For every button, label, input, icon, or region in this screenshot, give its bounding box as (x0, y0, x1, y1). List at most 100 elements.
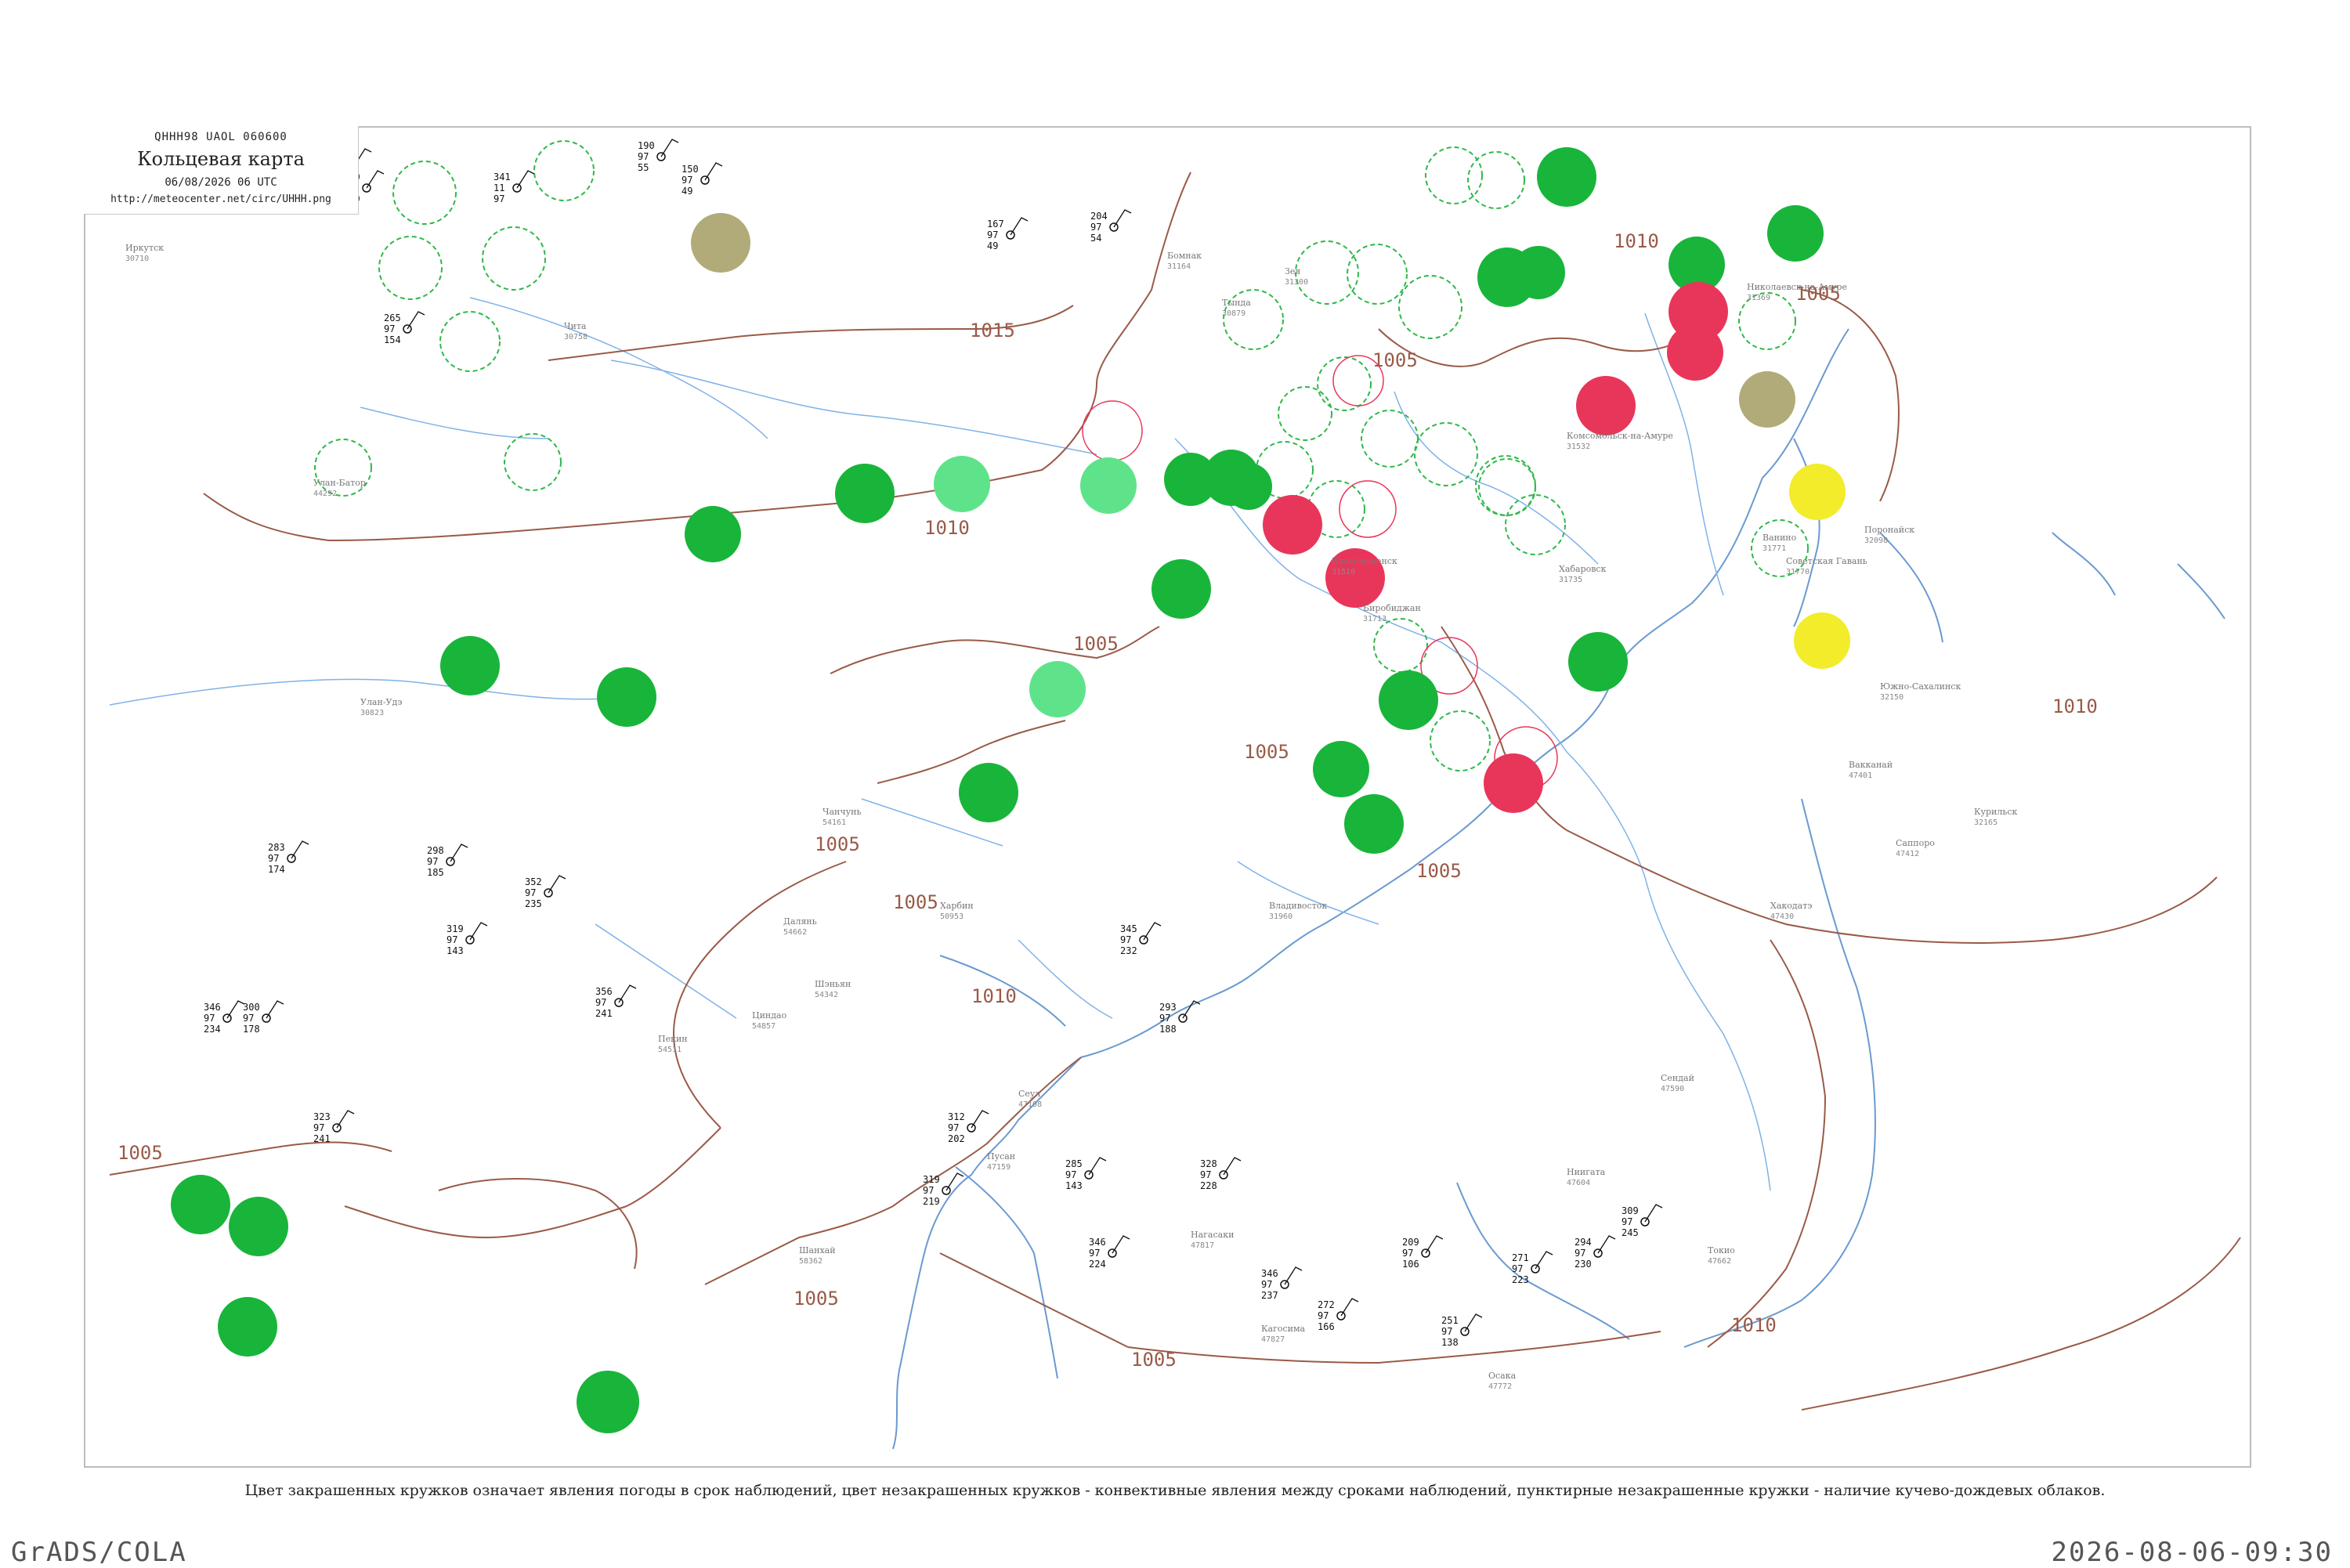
thunderstorm-circle (1263, 495, 1322, 555)
isobar-label: 1005 (1244, 741, 1289, 763)
station-id: 31960 (1269, 912, 1292, 921)
station-value: 319 (923, 1174, 940, 1185)
station-plot: 28397174 (268, 840, 309, 875)
station-name: Благовещенск (1332, 556, 1397, 566)
station-plot: 35697241 (595, 985, 637, 1019)
rain-circle (229, 1197, 288, 1256)
station-name: Бомнак (1167, 251, 1202, 261)
station-value: 224 (1089, 1259, 1106, 1270)
station-value: 54 (1090, 233, 1101, 244)
station-value: 106 (1402, 1259, 1419, 1270)
station-plot: 27297166 (1318, 1298, 1359, 1332)
station-name: Владивосток (1269, 901, 1327, 911)
station-id: 47401 (1849, 771, 1872, 780)
station-plot: 29397188 (1159, 1000, 1201, 1035)
station-value: 97 (1120, 934, 1131, 945)
isobar-label: 1005 (815, 833, 860, 855)
station-value: 188 (1159, 1024, 1177, 1035)
station-id: 47772 (1488, 1382, 1512, 1391)
rain-circle (1379, 670, 1438, 730)
station-value: 346 (1089, 1237, 1106, 1248)
station-name: Комсомольск-на-Амуре (1567, 431, 1673, 441)
station-id: 54511 (658, 1046, 682, 1054)
light-rain-circle (1080, 457, 1137, 514)
isobar-label: 1015 (970, 320, 1015, 341)
station-value: 245 (1622, 1227, 1639, 1238)
rain-circle (440, 636, 500, 695)
station-name: Курильск (1974, 807, 2017, 817)
station-plot: 32397241 (313, 1110, 355, 1144)
station-value: 154 (384, 334, 401, 345)
station-value: 190 (638, 140, 655, 151)
station-value: 97 (1159, 1013, 1170, 1024)
isobar-label: 1005 (794, 1288, 839, 1310)
station-name: Тында (1222, 298, 1251, 308)
station-id: 44292 (313, 490, 337, 498)
map-caption: Цвет закрашенных кружков означает явлени… (244, 1482, 2106, 1499)
map-time: 06/08/2026 06 UTC (164, 176, 277, 189)
station-value: 143 (446, 945, 464, 956)
station-value: 285 (1065, 1158, 1083, 1169)
station-value: 97 (1065, 1169, 1076, 1180)
isobar-label: 1005 (118, 1142, 163, 1164)
rain-circle (1512, 246, 1565, 299)
cb-ring (1278, 386, 1332, 441)
station-id: 47430 (1770, 912, 1794, 921)
isobar-label: 1005 (1131, 1349, 1177, 1371)
rain-circle (1152, 559, 1211, 619)
cb-ring (504, 433, 562, 491)
station-value: 309 (1622, 1205, 1639, 1216)
station-plot: 34697234 (204, 1000, 245, 1035)
station-name: Кагосима (1261, 1324, 1306, 1334)
station-value: 97 (1200, 1169, 1211, 1180)
rain-circle (1568, 632, 1628, 692)
station-plot: 34597232 (1120, 922, 1162, 956)
station-plot: 2049754 (1090, 209, 1132, 244)
station-value: 234 (204, 1024, 221, 1035)
station-name: Ванино (1762, 533, 1797, 543)
station-id: 54342 (815, 991, 838, 999)
thunderstorm-circle (1576, 376, 1636, 435)
isobar-label: 1010 (1731, 1314, 1777, 1336)
isobar-label: 1010 (924, 517, 970, 539)
rain-circle (1313, 741, 1369, 797)
station-plot: 1909755 (638, 139, 679, 173)
station-name: Пекин (658, 1034, 688, 1044)
station-id: 31369 (1747, 294, 1770, 302)
rain-circle (171, 1175, 230, 1234)
station-value: 293 (1159, 1002, 1177, 1013)
station-value: 300 (243, 1002, 260, 1013)
cb-ring (482, 226, 546, 291)
isobar-label: 1005 (1372, 349, 1418, 371)
station-id: 31771 (1762, 544, 1786, 553)
station-value: 97 (204, 1013, 215, 1024)
station-value: 97 (987, 229, 998, 240)
station-value: 272 (1318, 1299, 1335, 1310)
map-title: Кольцевая карта (137, 148, 305, 170)
station-name: Николаевск-на-Амуре (1747, 282, 1847, 292)
station-value: 232 (1120, 945, 1137, 956)
station-value: 97 (384, 323, 395, 334)
station-plot: 28597143 (1065, 1157, 1107, 1191)
station-id: 30879 (1222, 309, 1246, 318)
station-markers: 2509712934111971509749265971542599713219… (125, 139, 2017, 1391)
station-name: Ниигата (1567, 1167, 1606, 1177)
station-value: 97 (923, 1185, 934, 1196)
station-value: 97 (1318, 1310, 1329, 1321)
station-id: 31300 (1285, 278, 1308, 287)
thunderstorm-circle (1484, 753, 1543, 813)
station-value: 97 (948, 1122, 959, 1133)
station-name: Южно-Сахалинск (1880, 681, 1961, 692)
station-value: 97 (1512, 1263, 1523, 1274)
station-name: Харбин (940, 901, 974, 911)
station-id: 31770 (1786, 568, 1810, 576)
station-id: 31532 (1567, 443, 1590, 451)
weather-map: 1015 1010 1005 1010 1005 1005 1005 1010 … (109, 139, 2241, 1450)
station-name: Вакканай (1849, 760, 1893, 770)
isobars (109, 172, 2241, 1411)
station-value: 167 (987, 219, 1004, 229)
rain-circle (1767, 205, 1824, 262)
convective-ring (1332, 355, 1384, 406)
station-id: 47412 (1896, 850, 1919, 858)
rain-circle (1225, 463, 1272, 510)
